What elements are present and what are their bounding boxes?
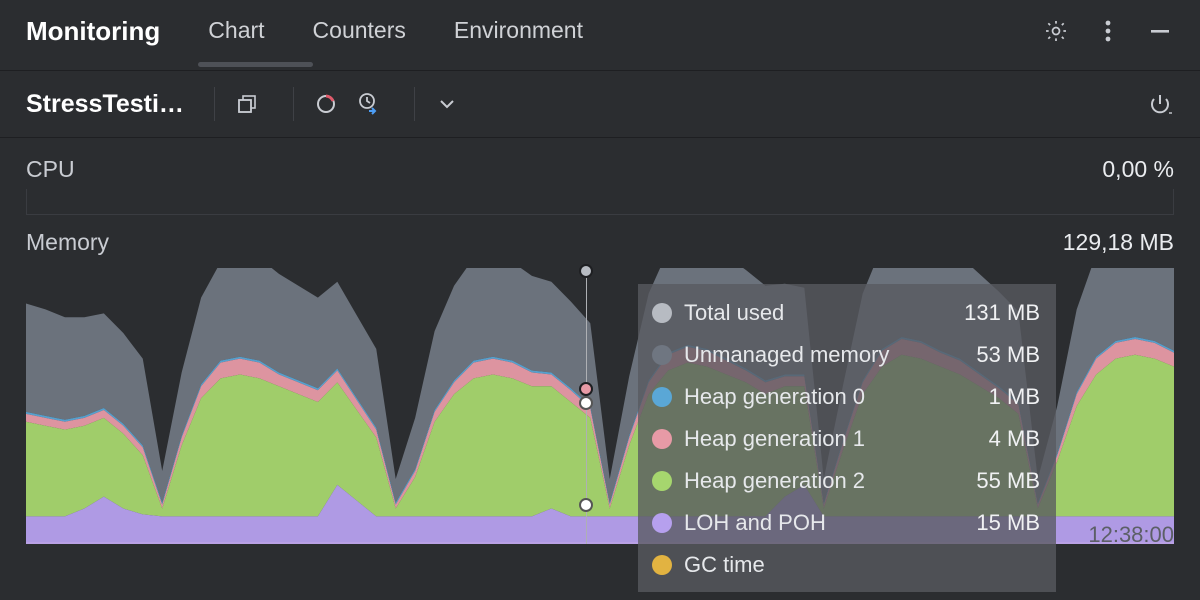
tooltip-row: GC time [652, 544, 1040, 586]
chart-tooltip: Total used131 MB Unmanaged memory53 MB H… [638, 284, 1056, 592]
memory-value: 129,18 MB [1063, 229, 1174, 256]
cpu-panel: CPU 0,00 % [0, 138, 1200, 215]
memory-label: Memory [26, 229, 109, 256]
process-name[interactable]: StressTesti… [26, 90, 196, 119]
windows-icon[interactable] [233, 90, 261, 118]
profile-timeline-icon[interactable] [354, 90, 382, 118]
toolbar: StressTesti… [0, 70, 1200, 138]
cursor-dot-total [579, 264, 593, 278]
more-vert-icon[interactable] [1094, 17, 1122, 45]
memory-panel: Memory 129,18 MB Total used131 MB Unmana… [0, 215, 1200, 544]
chevron-down-icon[interactable] [433, 90, 461, 118]
minimize-icon[interactable] [1146, 17, 1174, 45]
legend-dot-icon [652, 429, 672, 449]
gear-icon[interactable] [1042, 17, 1070, 45]
x-axis-timestamp: 12:38:00 [1088, 522, 1174, 548]
cpu-label: CPU [26, 156, 75, 183]
tabbar: Monitoring Chart Counters Environment [0, 0, 1200, 62]
tooltip-row: LOH and POH15 MB [652, 502, 1040, 544]
cpu-value: 0,00 % [1102, 156, 1174, 183]
cursor-dot-loh [579, 498, 593, 512]
legend-dot-icon [652, 345, 672, 365]
cursor-dot-gen1 [579, 382, 593, 396]
separator [414, 87, 415, 121]
tooltip-row: Heap generation 255 MB [652, 460, 1040, 502]
legend-dot-icon [652, 471, 672, 491]
tooltip-row: Unmanaged memory53 MB [652, 334, 1040, 376]
tooltip-row: Heap generation 14 MB [652, 418, 1040, 460]
tab-chart[interactable]: Chart [208, 17, 264, 46]
active-tab-underline [198, 62, 313, 67]
legend-dot-icon [652, 555, 672, 575]
cursor-dot-gen2 [579, 396, 593, 410]
cpu-chart[interactable] [26, 189, 1174, 215]
tabs: Chart Counters Environment [208, 17, 583, 46]
tooltip-row: Heap generation 01 MB [652, 376, 1040, 418]
profile-memory-icon[interactable] [312, 90, 340, 118]
separator [214, 87, 215, 121]
power-icon[interactable] [1146, 90, 1174, 118]
panel-title: Monitoring [26, 16, 160, 47]
tooltip-row: Total used131 MB [652, 292, 1040, 334]
tab-environment[interactable]: Environment [454, 17, 583, 46]
legend-dot-icon [652, 387, 672, 407]
legend-dot-icon [652, 303, 672, 323]
separator [293, 87, 294, 121]
tab-counters[interactable]: Counters [313, 17, 406, 46]
legend-dot-icon [652, 513, 672, 533]
